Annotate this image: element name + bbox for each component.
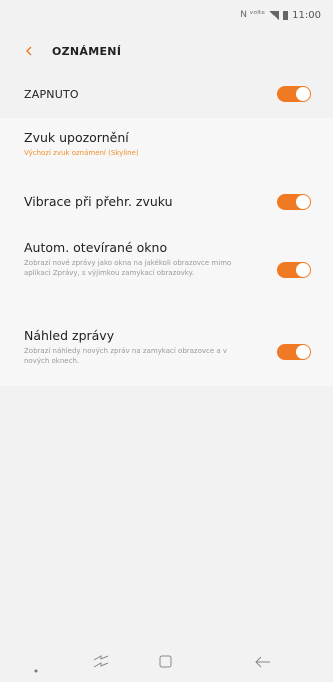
setting-title: Náhled zprávy <box>24 328 115 343</box>
signal-icon <box>269 10 280 20</box>
auto-popup-toggle[interactable] <box>277 262 311 278</box>
app-header: OZNÁMENÍ <box>0 30 333 72</box>
back-arrow-icon[interactable] <box>255 654 271 668</box>
setting-subtitle: Zobrazí nové zprávy jako okna na jakékol… <box>24 259 232 277</box>
setting-subtitle: Zobrazí náhledy nových zpráv na zamykací… <box>24 347 228 365</box>
status-bar: N ᵛᵒˡᵗᵉ 11:00 <box>0 0 333 30</box>
dot-icon[interactable] <box>34 658 38 673</box>
nfc-icon: N ᵛᵒˡᵗᵉ <box>240 10 266 20</box>
toggle-knob <box>296 87 310 101</box>
home-icon[interactable] <box>159 654 173 668</box>
message-preview-toggle[interactable] <box>277 344 311 360</box>
vibration-toggle[interactable] <box>277 194 311 210</box>
setting-title: Vibrace při přehr. zvuku <box>24 194 173 209</box>
navigation-bar <box>0 640 333 682</box>
setting-title: Zvuk upozornění <box>24 130 129 145</box>
battery-icon <box>283 10 289 20</box>
settings-card: Zvuk upozornění Výchozí zvuk oznámení (S… <box>0 118 333 386</box>
toggle-knob <box>296 195 310 209</box>
setting-title: Autom. otevírané okno <box>24 240 168 255</box>
back-chevron-icon[interactable] <box>24 46 34 56</box>
master-switch-label: ZAPNUTO <box>24 87 79 101</box>
setting-notification-sound[interactable]: Zvuk upozornění Výchozí zvuk oznámení (S… <box>0 130 333 158</box>
status-time: 11:00 <box>292 9 321 21</box>
master-toggle[interactable] <box>277 86 311 102</box>
recent-apps-icon[interactable] <box>93 654 109 668</box>
setting-subtitle: Výchozí zvuk oznámení (Skyline) <box>24 149 139 157</box>
toggle-knob <box>296 263 310 277</box>
master-switch-row[interactable]: ZAPNUTO <box>0 74 333 114</box>
toggle-knob <box>296 345 310 359</box>
page-title: OZNÁMENÍ <box>52 44 122 58</box>
